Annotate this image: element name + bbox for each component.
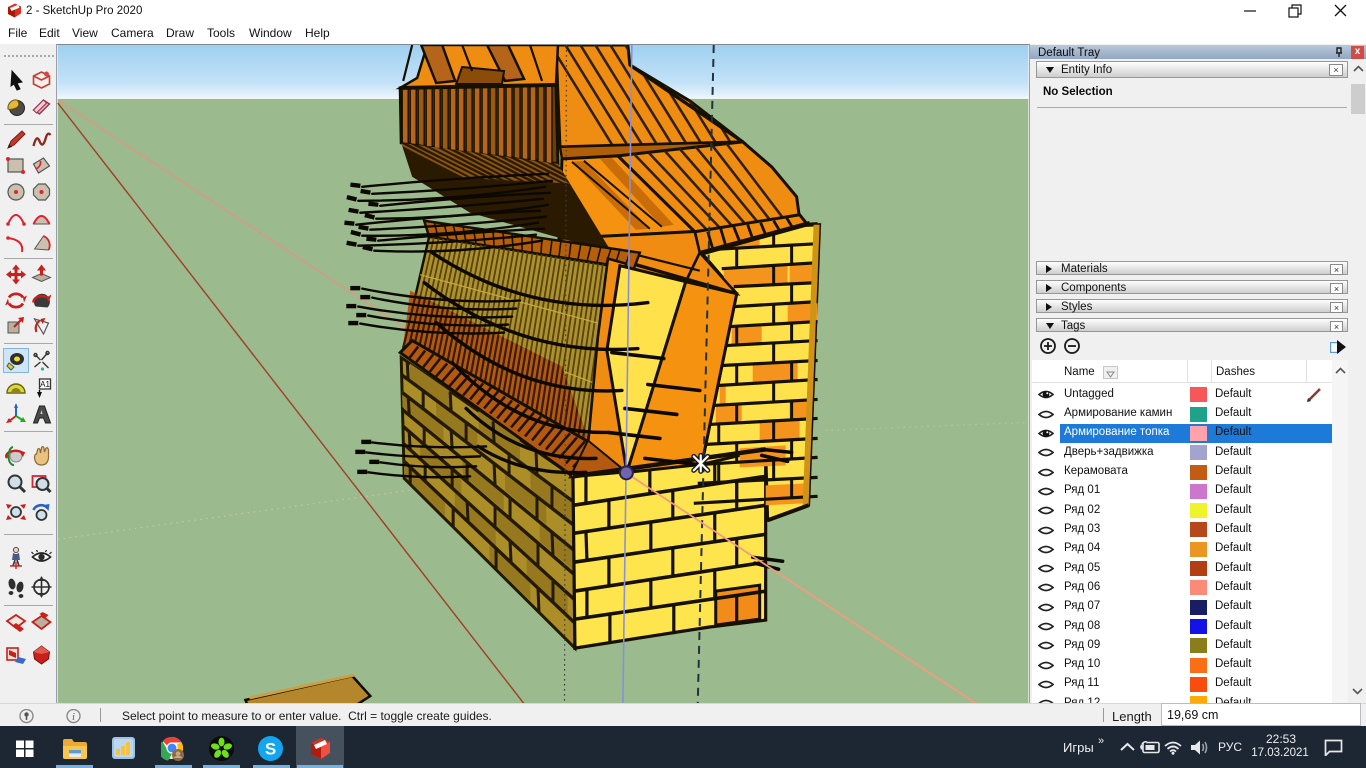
svg-text:A1: A1: [40, 380, 50, 389]
svg-text:i: i: [72, 712, 75, 723]
svg-text:S: S: [265, 740, 276, 759]
